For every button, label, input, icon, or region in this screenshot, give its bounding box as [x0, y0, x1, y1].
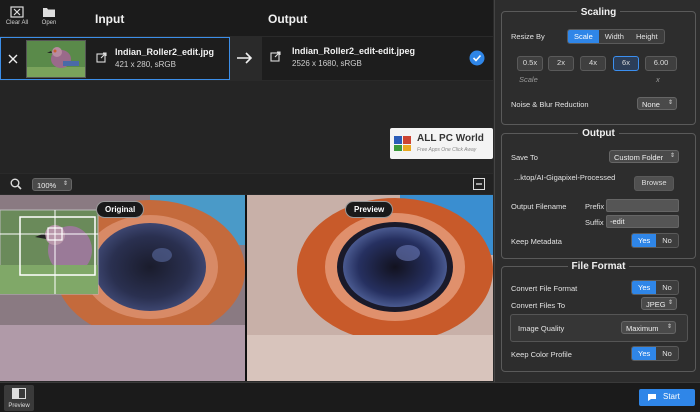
check-circle-icon: [469, 50, 485, 66]
output-file-row[interactable]: Indian_Roller2_edit-edit.jpeg 2526 x 168…: [262, 37, 493, 80]
scaling-section: Scaling Resize By Scale Width Height 0.5…: [501, 7, 696, 125]
color-profile-yes-option[interactable]: Yes: [632, 347, 657, 360]
noise-select[interactable]: None ⇕: [637, 97, 677, 110]
chevron-updown-icon: ⇕: [62, 181, 68, 187]
output-path: ...ktop/AI-Gigapixel-Processed: [514, 173, 616, 182]
watermark-logo: ALL PC World Free Apps One Click Away: [390, 128, 493, 159]
keep-metadata-label: Keep Metadata: [511, 237, 562, 246]
open-button[interactable]: Open: [36, 6, 62, 26]
watermark-icon: [394, 136, 411, 151]
convert-yes-option[interactable]: Yes: [632, 281, 657, 294]
prefix-input[interactable]: [606, 199, 679, 212]
output-file-meta: 2526 x 1680, sRGB: [292, 59, 362, 68]
collapse-icon[interactable]: [473, 178, 485, 190]
convert-no-option[interactable]: No: [656, 281, 678, 294]
output-file-name: Indian_Roller2_edit-edit.jpeg: [292, 46, 416, 56]
search-icon[interactable]: [10, 178, 22, 190]
input-file-name: Indian_Roller2_edit.jpg: [115, 47, 215, 57]
output-section: Output Save To Custom Folder ⇕ ...ktop/AI…: [501, 128, 696, 259]
scale-4x-button[interactable]: 4x: [580, 56, 606, 71]
preview-label: Preview: [345, 201, 394, 218]
zoom-bar: 100% ⇕: [0, 174, 493, 194]
external-link-icon[interactable]: [270, 51, 281, 62]
convert-to-label: Convert Files To: [511, 301, 566, 310]
color-profile-label: Keep Color Profile: [511, 350, 572, 359]
scale-custom-input[interactable]: 6.00: [645, 56, 677, 71]
input-thumbnail: [26, 40, 86, 78]
chevron-updown-icon: ⇕: [669, 153, 675, 159]
image-quality-label: Image Quality: [518, 324, 565, 333]
input-header: Input: [95, 12, 125, 26]
scaling-title: Scaling: [576, 7, 621, 18]
top-toolbar: Clear All Open Input Output: [0, 0, 493, 36]
chevron-updown-icon: ⇕: [667, 100, 673, 106]
chevron-updown-icon: ⇕: [667, 300, 673, 306]
scale-2x-button[interactable]: 2x: [548, 56, 574, 71]
resize-by-label: Resize By: [511, 32, 545, 41]
convert-format-label: Convert File Format: [511, 284, 578, 293]
watermark-title: ALL PC World: [417, 133, 484, 144]
noise-label: Noise & Blur Reduction: [511, 100, 589, 109]
file-format-title: File Format: [567, 261, 630, 272]
bottom-bar: Preview Start: [0, 382, 700, 412]
input-file-meta: 421 x 280, sRGB: [115, 60, 176, 69]
keep-metadata-toggle[interactable]: Yes No: [631, 233, 679, 248]
clear-all-button[interactable]: Clear All: [4, 6, 30, 26]
resize-scale-option[interactable]: Scale: [568, 30, 599, 43]
metadata-no-option[interactable]: No: [656, 234, 678, 247]
prefix-label: Prefix: [585, 202, 605, 211]
browse-button[interactable]: Browse: [634, 176, 674, 191]
preview-area: Original Preview: [0, 195, 493, 381]
suffix-label: Suffix: [585, 218, 604, 227]
metadata-yes-option[interactable]: Yes: [632, 234, 657, 247]
clear-all-icon: [10, 6, 24, 18]
start-icon: [648, 394, 656, 401]
chevron-updown-icon: ⇕: [666, 324, 672, 330]
file-list-area: [0, 81, 493, 173]
suffix-input[interactable]: -edit: [606, 215, 679, 228]
resize-by-control[interactable]: Scale Width Height: [567, 29, 665, 44]
scale-6x-button[interactable]: 6x: [613, 56, 639, 71]
start-button[interactable]: Start: [639, 389, 695, 406]
watermark-subtitle: Free Apps One Click Away: [417, 147, 477, 153]
convert-to-select[interactable]: JPEG ⇕: [641, 297, 677, 310]
output-header: Output: [268, 12, 308, 26]
external-link-icon[interactable]: [96, 52, 107, 63]
output-filename-label: Output Filename: [511, 202, 567, 211]
preview-images: [0, 195, 493, 381]
color-profile-toggle[interactable]: Yes No: [631, 346, 679, 361]
color-profile-no-option[interactable]: No: [656, 347, 678, 360]
original-label: Original: [96, 201, 145, 218]
scale-caption: Scale: [519, 75, 538, 84]
open-folder-icon: [43, 8, 55, 17]
resize-width-option[interactable]: Width: [599, 30, 630, 43]
scale-custom-caption: x: [656, 75, 660, 84]
arrow-right-icon: [237, 52, 253, 64]
scale-0-5x-button[interactable]: 0.5x: [517, 56, 543, 71]
preview-icon: [12, 388, 26, 399]
jpeg-options-box: Image Quality Maximum ⇕: [510, 314, 688, 342]
preview-toggle-button[interactable]: Preview: [4, 385, 34, 411]
save-to-label: Save To: [511, 153, 538, 162]
file-format-section: File Format Convert File Format Yes No C…: [501, 261, 696, 372]
close-icon[interactable]: [8, 54, 18, 64]
convert-format-toggle[interactable]: Yes No: [631, 280, 679, 295]
zoom-select[interactable]: 100% ⇕: [32, 178, 72, 191]
resize-height-option[interactable]: Height: [630, 30, 664, 43]
output-title: Output: [578, 128, 619, 139]
image-quality-select[interactable]: Maximum ⇕: [621, 321, 676, 334]
save-to-select[interactable]: Custom Folder ⇕: [609, 150, 679, 163]
